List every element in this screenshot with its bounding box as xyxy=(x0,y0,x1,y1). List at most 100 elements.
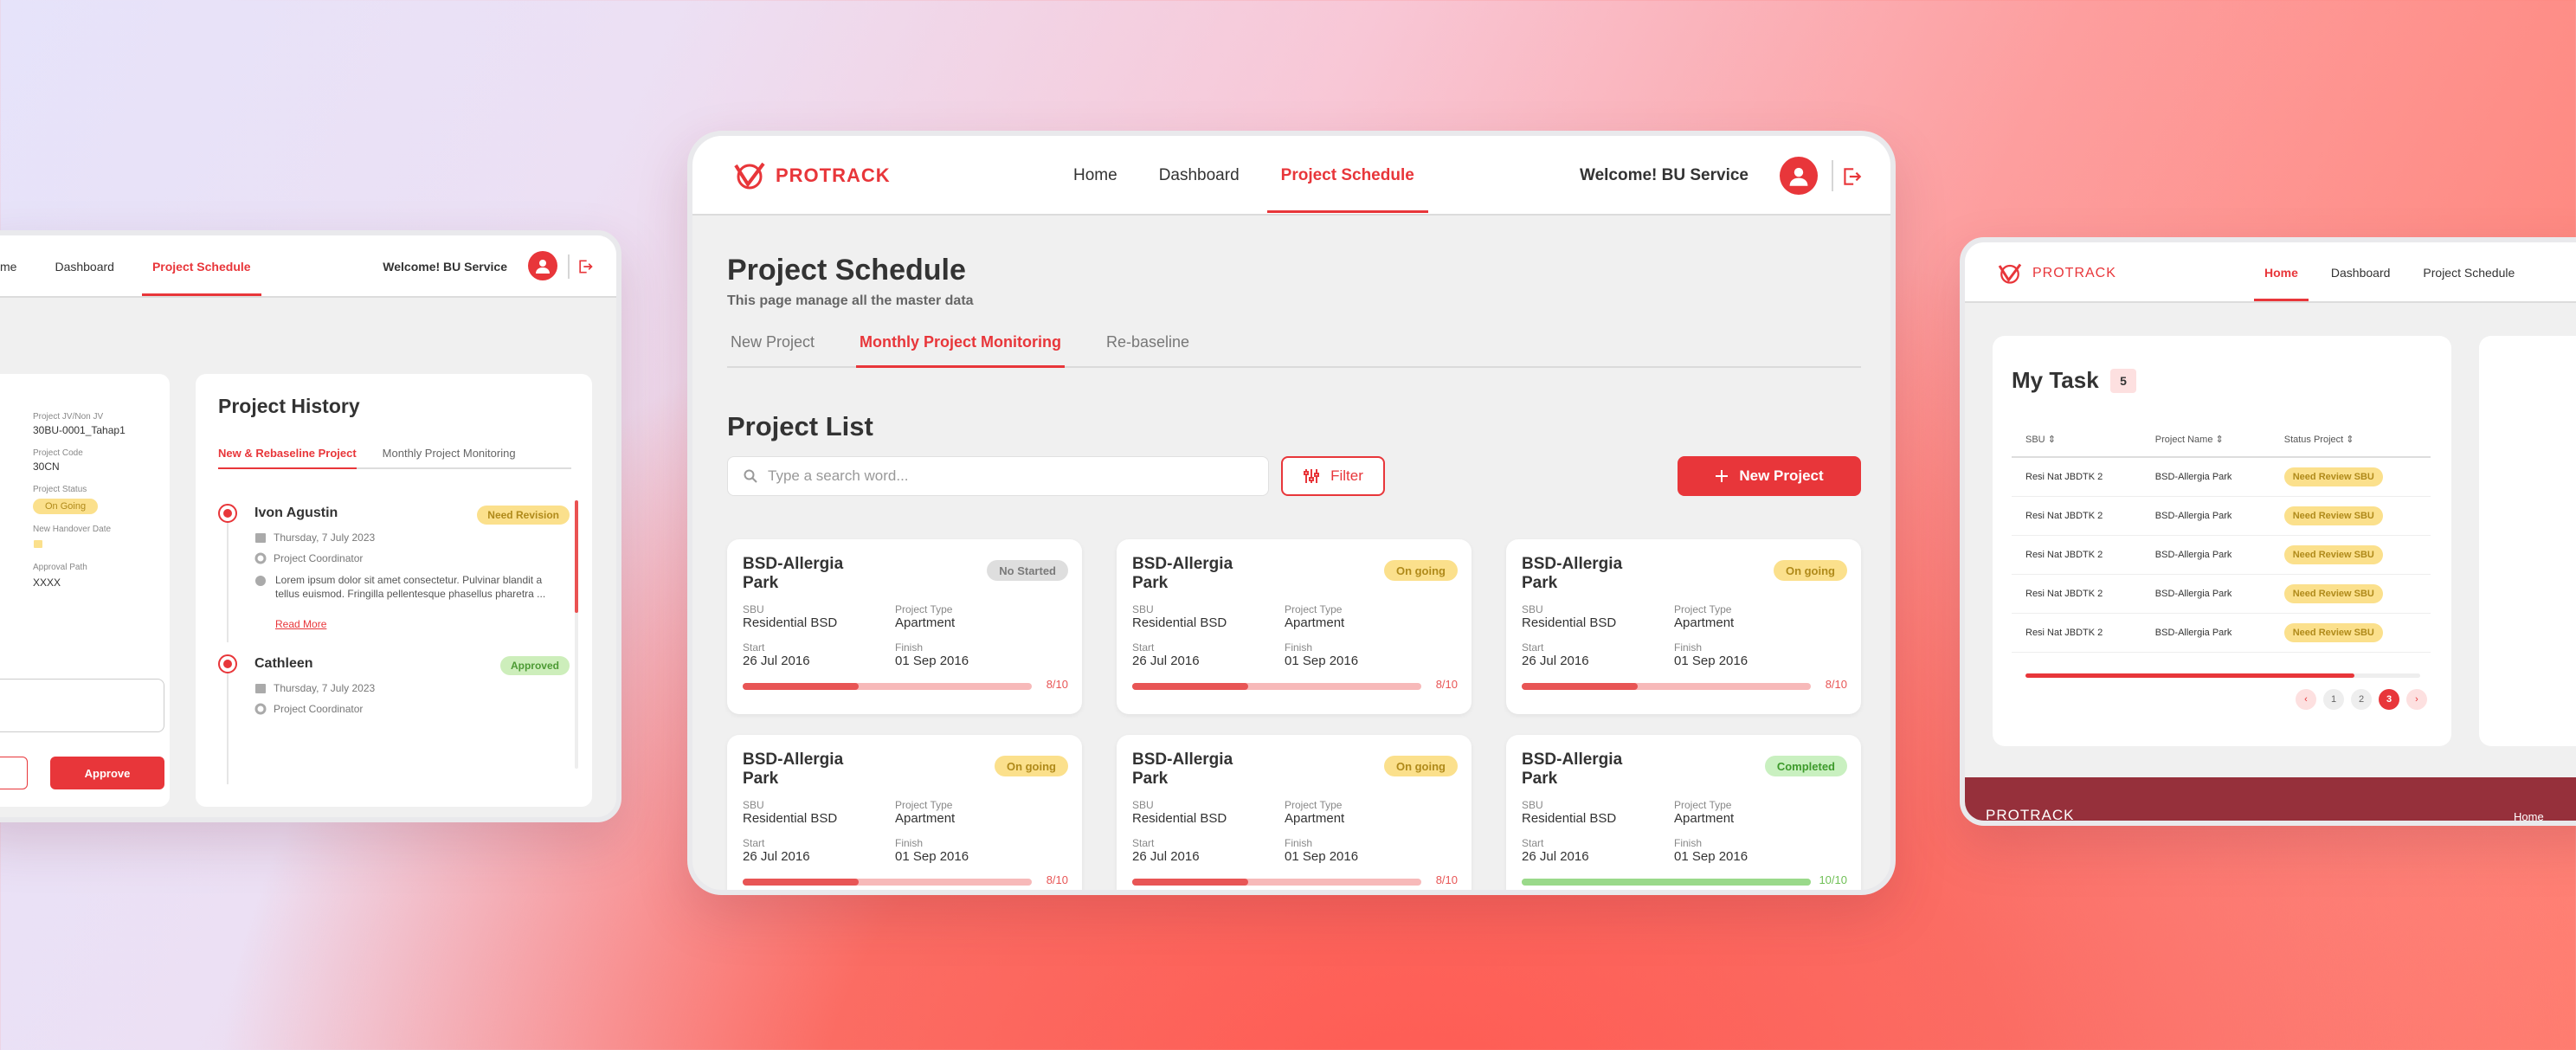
logo[interactable]: PROTRACK xyxy=(1998,263,2116,284)
nav-dashboard[interactable]: Dashboard xyxy=(2331,266,2391,280)
comment-textarea[interactable] xyxy=(0,679,164,732)
table-row[interactable]: Resi Nat JBDTK 2 BSD-Allergia Park Need Re… xyxy=(2012,535,2431,575)
right-screen-mockup: PROTRACK Home Dashboard Project Schedule… xyxy=(1960,237,2576,826)
nav-project-schedule[interactable]: Project Schedule xyxy=(141,260,261,296)
table-row[interactable]: Resi Nat JBDTK 2 BSD-Allergia Park Need Re… xyxy=(2012,574,2431,614)
start-value: 26 Jul 2016 xyxy=(1132,849,1200,864)
table-row[interactable]: Resi Nat JBDTK 2 BSD-Allergia Park Need Re… xyxy=(2012,613,2431,653)
right-header: PROTRACK Home Dashboard Project Schedule xyxy=(1965,242,2576,303)
logo[interactable]: PROTRACK xyxy=(734,162,891,190)
type-label: Project Type xyxy=(1674,799,1732,811)
page-button[interactable]: 2 xyxy=(2351,689,2372,710)
finish-value: 01 Sep 2016 xyxy=(1674,849,1748,864)
finish-label: Finish xyxy=(1674,641,1703,654)
task-count-badge: 5 xyxy=(2110,369,2136,393)
table-row[interactable]: Resi Nat JBDTK 2 BSD-Allergia Park Need Re… xyxy=(2012,496,2431,536)
start-label: Start xyxy=(1522,837,1544,849)
type-value: Apartment xyxy=(1285,615,1345,630)
tab-monthly-monitoring[interactable]: Monthly Project Monitoring xyxy=(856,325,1065,368)
sbu-value: Residential BSD xyxy=(1522,811,1617,826)
nav-home[interactable]: me xyxy=(0,260,16,274)
pagination: ‹ 1 2 3 › xyxy=(2296,689,2427,710)
column-label: Project Name xyxy=(2154,435,2213,445)
tab-new-project[interactable]: New Project xyxy=(727,325,818,366)
type-label: Project Type xyxy=(895,603,953,615)
finish-label: Finish xyxy=(895,641,924,654)
type-label: Project Type xyxy=(1285,799,1343,811)
search-input[interactable]: Type a search word... xyxy=(727,456,1269,496)
nav-dashboard[interactable]: Dashboard xyxy=(55,260,114,274)
column-label: Status Project xyxy=(2283,435,2344,445)
main-nav: Home Dashboard Project Schedule xyxy=(1073,136,1429,216)
reject-button[interactable] xyxy=(0,757,28,789)
status-badge: Need Review SBU xyxy=(2283,467,2383,486)
project-list-title: Project List xyxy=(727,411,873,441)
logout-icon[interactable] xyxy=(576,258,594,275)
nav-dashboard[interactable]: Dashboard xyxy=(1159,166,1240,185)
logo-text: PROTRACK xyxy=(2032,266,2116,280)
plus-icon xyxy=(1716,470,1729,482)
finish-value: 01 Sep 2016 xyxy=(1285,849,1359,864)
cell-sbu: Resi Nat JBDTK 2 xyxy=(2012,535,2141,575)
type-value: Apartment xyxy=(895,615,956,630)
finish-value: 01 Sep 2016 xyxy=(895,654,969,668)
project-card[interactable]: BSD-Allergia Park On going SBU Residenti… xyxy=(1117,539,1472,714)
calendar-icon[interactable] xyxy=(33,538,43,549)
start-value: 26 Jul 2016 xyxy=(743,849,810,864)
card-title: BSD-Allergia Park xyxy=(743,750,844,788)
next-page-icon[interactable]: › xyxy=(2406,689,2427,710)
sbu-label: SBU xyxy=(1132,603,1154,615)
tab-rebaseline[interactable]: Re-baseline xyxy=(1103,325,1193,366)
avatar[interactable] xyxy=(528,251,557,280)
nav-project-schedule[interactable]: Project Schedule xyxy=(1266,166,1429,213)
welcome-text: Welcome! BU Service xyxy=(1579,166,1748,184)
detail-value: XXXX xyxy=(33,577,61,589)
read-more-link[interactable]: Read More xyxy=(275,618,326,630)
history-role-row: Project Coordinator xyxy=(254,552,363,564)
history-role-row: Project Coordinator xyxy=(254,703,363,715)
tab-monthly-monitoring[interactable]: Monthly Project Monitoring xyxy=(383,435,516,467)
status-badge: Need Review SBU xyxy=(2283,583,2383,603)
page-button-current[interactable]: 3 xyxy=(2379,689,2399,710)
column-header-project-name[interactable]: Project Name ⇕ xyxy=(2141,422,2270,458)
history-date-row: Thursday, 7 July 2023 xyxy=(254,682,375,694)
project-card[interactable]: BSD-Allergia Park On going SBU Residenti… xyxy=(727,735,1082,890)
avatar[interactable] xyxy=(1780,157,1818,195)
project-card[interactable]: BSD-Allergia Park On going SBU Residenti… xyxy=(1117,735,1472,890)
new-project-button[interactable]: New Project xyxy=(1678,456,1861,496)
logout-icon[interactable] xyxy=(1840,165,1863,188)
page-button[interactable]: 1 xyxy=(2323,689,2344,710)
project-card[interactable]: BSD-Allergia Park No Started SBU Residen… xyxy=(727,539,1082,714)
start-label: Start xyxy=(743,641,765,654)
project-card[interactable]: BSD-Allergia Park On going SBU Residenti… xyxy=(1506,539,1861,714)
progress-bar xyxy=(1132,879,1421,886)
finish-value: 01 Sep 2016 xyxy=(1674,654,1748,668)
nav-project-schedule[interactable]: Project Schedule xyxy=(2423,266,2515,280)
table-row[interactable]: Resi Nat JBDTK 2 BSD-Allergia Park Need Re… xyxy=(2012,457,2431,497)
approve-button[interactable]: Approve xyxy=(50,757,164,789)
filter-button[interactable]: Filter xyxy=(1281,456,1385,496)
finish-label: Finish xyxy=(1285,641,1313,654)
timeline-line xyxy=(227,521,229,642)
column-header-status[interactable]: Status Project ⇕ xyxy=(2270,422,2431,458)
divider xyxy=(568,254,570,279)
prev-page-icon[interactable]: ‹ xyxy=(2296,689,2316,710)
status-badge: On going xyxy=(1383,756,1458,776)
side-card xyxy=(2479,336,2576,746)
horizontal-scrollbar[interactable] xyxy=(2025,673,2420,678)
type-value: Apartment xyxy=(1285,811,1345,826)
left-nav: me Dashboard Project Schedule xyxy=(0,235,261,298)
history-name: Ivon Agustin xyxy=(254,506,338,520)
detail-label: Approval Path xyxy=(33,563,87,572)
scrollbar[interactable] xyxy=(575,500,578,769)
start-value: 26 Jul 2016 xyxy=(743,654,810,668)
nav-home[interactable]: Home xyxy=(1073,166,1117,185)
task-table: SBU ⇕ Project Name ⇕ Status Project ⇕ Re… xyxy=(2012,422,2431,653)
project-card[interactable]: BSD-Allergia Park Completed SBU Resident… xyxy=(1506,735,1861,890)
status-badge: Completed xyxy=(1764,756,1847,776)
footer-home-link[interactable]: Home xyxy=(2514,810,2544,821)
tab-new-rebaseline[interactable]: New & Rebaseline Project xyxy=(218,435,357,469)
column-header-sbu[interactable]: SBU ⇕ xyxy=(2012,422,2141,458)
nav-home[interactable]: Home xyxy=(2254,266,2309,301)
status-badge: Need Review SBU xyxy=(2283,622,2383,642)
